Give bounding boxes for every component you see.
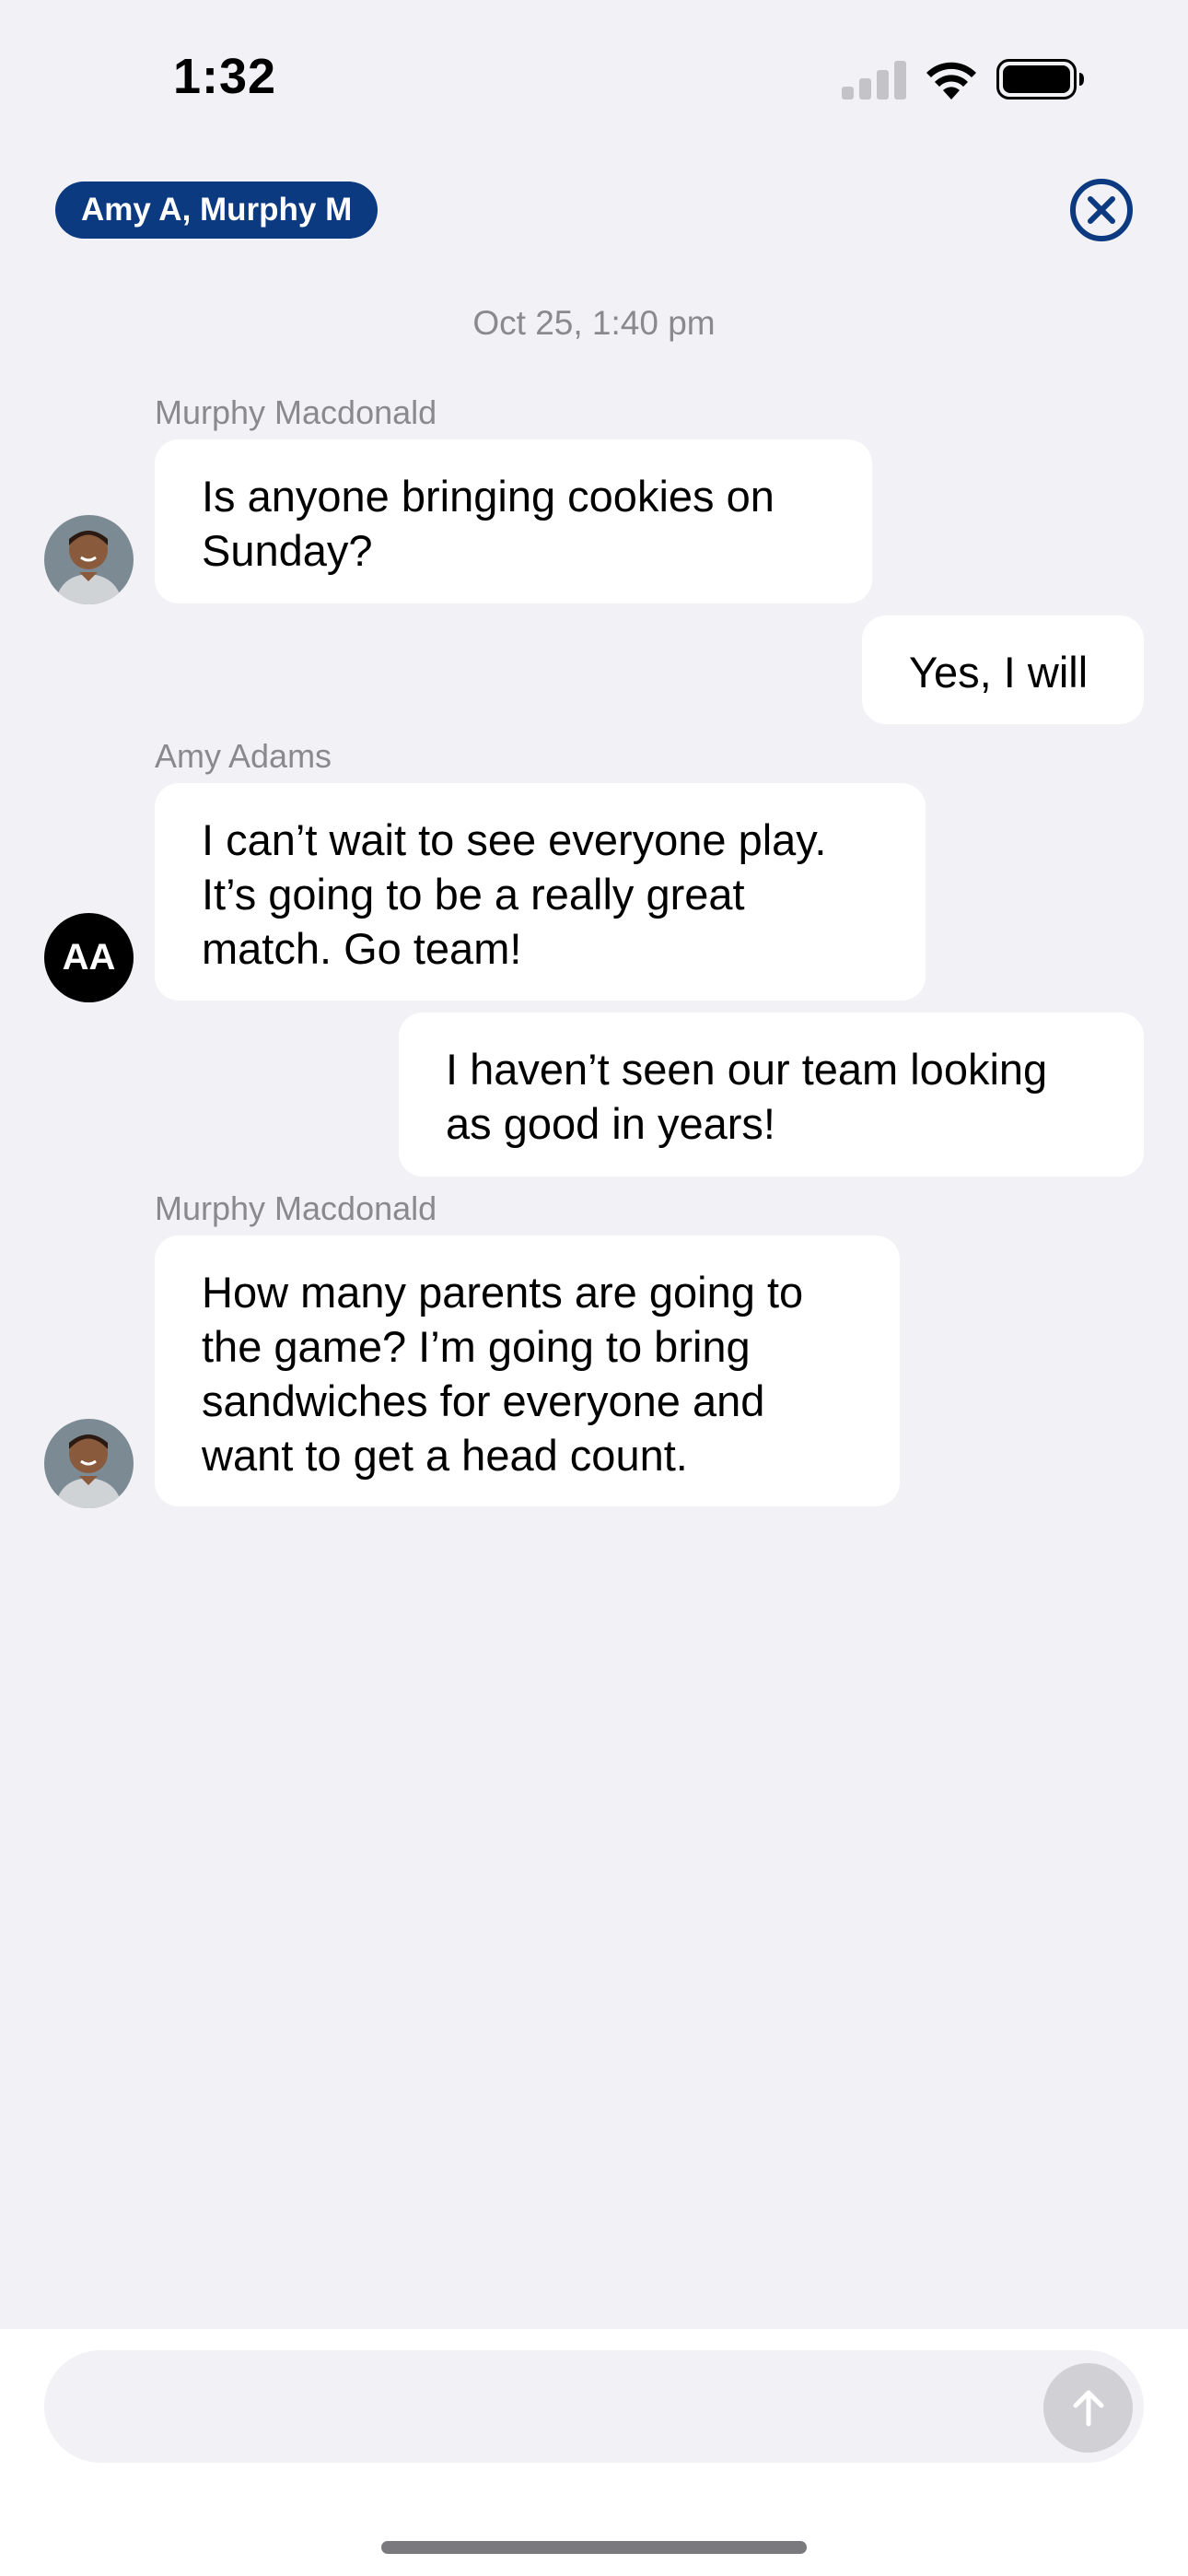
- message-bubble-incoming[interactable]: Is anyone bringing cookies on Sunday?: [155, 439, 872, 603]
- message-line: I haven’t seen our team looking: [446, 1045, 1048, 1094]
- battery-icon: [996, 59, 1084, 100]
- message-bubble-outgoing[interactable]: I haven’t seen our team looking as good …: [399, 1013, 1144, 1177]
- message-line: sandwiches for everyone and: [202, 1376, 765, 1425]
- message-line: Sunday?: [202, 526, 373, 575]
- message-line: match. Go team!: [202, 924, 522, 973]
- message-line: want to get a head count.: [202, 1431, 688, 1480]
- status-time: 1:32: [173, 49, 277, 104]
- close-circle-icon: [1070, 179, 1133, 241]
- conversation-timestamp: Oct 25, 1:40 pm: [472, 304, 716, 342]
- message-line: Is anyone bringing cookies on: [202, 472, 775, 521]
- message-bubble-incoming[interactable]: I can’t wait to see everyone play. It’s …: [155, 783, 926, 1001]
- sender-name: Amy Adams: [155, 737, 332, 775]
- sender-name: Murphy Macdonald: [155, 1189, 437, 1227]
- wifi-icon: [926, 62, 976, 100]
- cellular-signal-icon: [842, 61, 906, 100]
- status-bar: 1:32: [0, 0, 1188, 157]
- message-bubble-outgoing[interactable]: Yes, I will: [862, 615, 1144, 724]
- avatar-initials[interactable]: AA: [44, 913, 134, 1002]
- message-line: How many parents are going to: [202, 1268, 804, 1317]
- avatar[interactable]: [44, 1419, 134, 1508]
- home-indicator: [381, 2541, 807, 2554]
- message-line: the game? I’m going to bring: [202, 1322, 751, 1371]
- avatar[interactable]: [44, 515, 134, 604]
- arrow-up-icon: [1073, 2390, 1103, 2426]
- message-line: Yes, I will: [909, 648, 1089, 697]
- message-line: It’s going to be a really great: [202, 870, 745, 919]
- person-photo-icon: [44, 1419, 134, 1508]
- person-photo-icon: [44, 515, 134, 604]
- sender-name: Murphy Macdonald: [155, 393, 437, 431]
- message-line: I can’t wait to see everyone play.: [202, 815, 827, 864]
- send-button[interactable]: [1043, 2363, 1133, 2453]
- message-line: as good in years!: [446, 1099, 775, 1148]
- close-button[interactable]: [1068, 177, 1135, 243]
- message-bubble-incoming[interactable]: How many parents are going to the game? …: [155, 1235, 900, 1506]
- message-input[interactable]: [44, 2350, 1144, 2463]
- participants-chip[interactable]: Amy A, Murphy M: [55, 181, 379, 239]
